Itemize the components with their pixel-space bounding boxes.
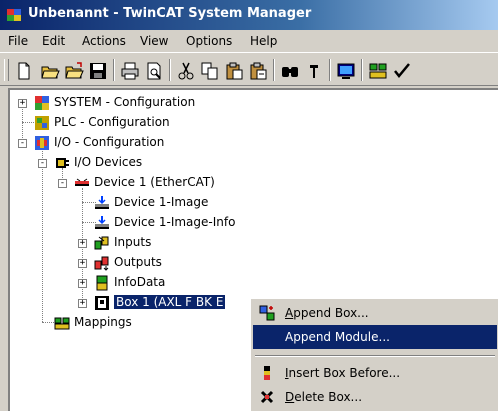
menu-file[interactable]: File bbox=[8, 34, 28, 48]
tree-node-label: Device 1 (EtherCAT) bbox=[94, 175, 215, 189]
io-icon bbox=[35, 136, 49, 150]
cut-icon[interactable] bbox=[176, 61, 196, 81]
menu-separator bbox=[255, 355, 495, 357]
menu-actions[interactable]: Actions bbox=[82, 34, 126, 48]
menu-options[interactable]: Options bbox=[186, 34, 232, 48]
menu-item-label: Delete Box... bbox=[285, 390, 363, 404]
menu-view[interactable]: View bbox=[140, 34, 168, 48]
menu-edit[interactable]: Edit bbox=[42, 34, 65, 48]
io-devices-icon bbox=[56, 158, 69, 168]
window-title: Unbenannt - TwinCAT System Manager bbox=[28, 6, 312, 21]
collapse-icon[interactable]: - bbox=[18, 139, 27, 148]
tree-node-io-configuration[interactable]: - I/O - Configuration bbox=[10, 134, 270, 152]
menu-item-label: Insert Box Before... bbox=[285, 366, 401, 380]
menu-item-append-module[interactable]: Append Module... bbox=[253, 325, 497, 349]
print-icon[interactable] bbox=[120, 61, 140, 81]
toolbar-grip[interactable] bbox=[4, 59, 9, 81]
append-box-icon bbox=[259, 305, 275, 321]
tree-node-device-image-info[interactable]: Device 1-Image-Info bbox=[10, 214, 270, 232]
tree-node-infodata[interactable]: + InfoData bbox=[10, 274, 270, 292]
tree-node-inputs[interactable]: + Inputs bbox=[10, 234, 270, 252]
tree-node-label: PLC - Configuration bbox=[54, 115, 170, 129]
tree-node-label: Box 1 (AXL F BK E bbox=[114, 295, 226, 309]
tree-node-io-devices[interactable]: - I/O Devices bbox=[10, 154, 270, 172]
expand-icon[interactable]: + bbox=[78, 239, 87, 248]
outputs-icon bbox=[94, 256, 109, 271]
tree-node-mappings[interactable]: Mappings bbox=[10, 314, 270, 332]
tree-node-box-1[interactable]: + Box 1 (AXL F BK E bbox=[10, 294, 270, 312]
expand-icon[interactable]: + bbox=[78, 299, 87, 308]
open-icon[interactable] bbox=[40, 61, 60, 81]
twincat-app-icon bbox=[7, 9, 21, 21]
expand-icon[interactable]: + bbox=[78, 279, 87, 288]
toolbar-separator bbox=[273, 59, 275, 81]
find-icon[interactable] bbox=[280, 61, 300, 81]
inputs-icon bbox=[94, 236, 109, 250]
tree-node-label: Device 1-Image-Info bbox=[114, 215, 236, 229]
menu-item-label: Append Box... bbox=[285, 306, 369, 320]
tree-node-outputs[interactable]: + Outputs bbox=[10, 254, 270, 272]
device-image-icon bbox=[95, 196, 109, 209]
tree-node-plc[interactable]: PLC - Configuration bbox=[10, 114, 270, 132]
tree-node-label: SYSTEM - Configuration bbox=[54, 95, 196, 109]
toolbar-separator bbox=[329, 59, 331, 81]
tree-node-label: I/O - Configuration bbox=[54, 135, 165, 149]
menu-item-label: Append Module... bbox=[285, 330, 390, 344]
config-icon[interactable] bbox=[368, 61, 388, 81]
open-folder-icon[interactable] bbox=[64, 61, 84, 81]
context-menu: Append Box... Append Module... Insert Bo… bbox=[250, 298, 498, 411]
target-icon[interactable] bbox=[336, 61, 356, 81]
tree-node-label: Device 1-Image bbox=[114, 195, 209, 209]
toolbar bbox=[0, 52, 498, 86]
plc-icon bbox=[35, 116, 49, 130]
menu-item-delete-box[interactable]: Delete Box... bbox=[253, 385, 497, 409]
new-icon[interactable] bbox=[14, 61, 34, 81]
menu-help[interactable]: Help bbox=[250, 34, 277, 48]
paste-icon[interactable] bbox=[224, 61, 244, 81]
check-icon[interactable] bbox=[392, 61, 412, 81]
tree-node-system[interactable]: + SYSTEM - Configuration bbox=[10, 94, 270, 112]
infodata-icon bbox=[96, 275, 108, 291]
toolbar-separator bbox=[169, 59, 171, 81]
tree-node-label: Mappings bbox=[74, 315, 132, 329]
expand-icon[interactable]: + bbox=[18, 99, 27, 108]
box-icon bbox=[95, 296, 109, 310]
tree-node-device-1[interactable]: - Device 1 (EtherCAT) bbox=[10, 174, 270, 192]
ethercat-device-icon bbox=[75, 178, 89, 186]
menu-item-append-box[interactable]: Append Box... bbox=[253, 301, 497, 325]
delete-box-icon bbox=[260, 390, 274, 404]
expand-icon[interactable]: + bbox=[78, 259, 87, 268]
collapse-icon[interactable]: - bbox=[58, 179, 67, 188]
toolbar-separator bbox=[113, 59, 115, 81]
system-icon bbox=[35, 96, 49, 110]
paste-special-icon[interactable] bbox=[248, 61, 268, 81]
title-bar: Unbenannt - TwinCAT System Manager bbox=[0, 0, 498, 30]
save-icon[interactable] bbox=[88, 61, 108, 81]
insert-box-icon bbox=[264, 366, 270, 380]
tree-node-device-image[interactable]: Device 1-Image bbox=[10, 194, 270, 212]
tree-node-label: Outputs bbox=[114, 255, 162, 269]
menu-item-insert-box-before[interactable]: Insert Box Before... bbox=[253, 361, 497, 385]
collapse-icon[interactable]: - bbox=[38, 159, 47, 168]
device-image-info-icon bbox=[95, 216, 109, 229]
mappings-icon bbox=[54, 317, 70, 330]
menu-bar: File Edit Actions View Options Help bbox=[0, 30, 498, 52]
find-next-icon[interactable] bbox=[304, 61, 324, 81]
toolbar-separator bbox=[361, 59, 363, 81]
tree-node-label: InfoData bbox=[114, 275, 166, 289]
copy-icon[interactable] bbox=[200, 61, 220, 81]
tree-node-label: I/O Devices bbox=[74, 155, 143, 169]
print-preview-icon[interactable] bbox=[144, 61, 164, 81]
tree-node-label: Inputs bbox=[114, 235, 152, 249]
